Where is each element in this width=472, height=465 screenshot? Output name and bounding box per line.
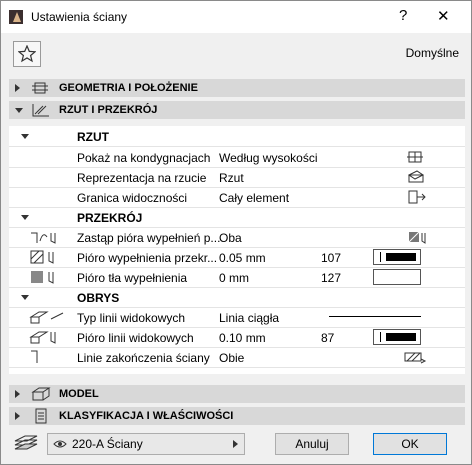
expand-arrow-icon xyxy=(15,412,20,420)
plan-section-panel: RZUT Pokaż na kondygnacjach Według wysok… xyxy=(9,126,465,374)
layer-select-value: 220-A Ściany xyxy=(72,437,143,451)
title-bar: Ustawienia ściany ? ✕ xyxy=(1,1,471,33)
collapse-arrow-icon xyxy=(21,134,29,139)
row-show-projection[interactable]: Granica widoczności Cały element xyxy=(9,187,465,208)
plan-section-icon xyxy=(32,104,49,117)
section-model-label: MODEL xyxy=(59,388,99,400)
chevron-right-icon xyxy=(233,440,238,448)
row-override-fill-pens[interactable]: Zastąp pióra wypełnień p... Oba xyxy=(9,227,465,248)
pen-number[interactable]: 107 xyxy=(321,251,341,265)
row-label: Pióro tła wypełnienia xyxy=(77,271,188,285)
row-value[interactable]: 0 mm xyxy=(219,271,249,285)
row-label: Zastąp pióra wypełnień p... xyxy=(77,231,221,245)
plan-display-icon xyxy=(408,170,424,183)
section-geometry[interactable]: GEOMETRIA I POŁOŻENIE xyxy=(9,79,465,97)
row-label: Reprezentacja na rzucie xyxy=(77,171,207,185)
subgroup-rzut[interactable]: RZUT xyxy=(9,126,465,147)
pen-swatch[interactable] xyxy=(373,329,421,345)
row-uncut-line-pen[interactable]: Pióro linii widokowych 0.10 mm 87 xyxy=(9,327,465,348)
help-button[interactable]: ? xyxy=(399,7,407,24)
wall-settings-dialog: Ustawienia ściany ? ✕ Domyślne GEOMETRIA… xyxy=(0,0,472,465)
layer-select[interactable]: 220-A Ściany xyxy=(47,433,245,455)
subgroup-przekroj[interactable]: PRZEKRÓJ xyxy=(9,207,465,228)
favorites-button[interactable] xyxy=(13,41,41,67)
uncut-pen-icon xyxy=(29,331,56,344)
row-label: Linie zakończenia ściany xyxy=(77,351,210,365)
row-wall-end-lines[interactable]: Linie zakończenia ściany Obie xyxy=(9,347,465,368)
expand-arrow-icon xyxy=(15,390,20,398)
subgroup-title: OBRYS xyxy=(77,291,120,305)
row-label: Pióro wypełnienia przekr... xyxy=(77,251,218,265)
section-plan-label: RZUT I PRZEKRÓJ xyxy=(59,104,158,116)
cut-fill-pen-icon xyxy=(30,250,54,264)
line-sample xyxy=(329,316,421,317)
section-geometry-label: GEOMETRIA I POŁOŻENIE xyxy=(59,82,198,94)
pen-number[interactable]: 127 xyxy=(321,271,341,285)
stories-icon xyxy=(407,151,423,163)
cancel-button[interactable]: Anuluj xyxy=(275,433,349,455)
row-show-on-stories[interactable]: Pokaż na kondygnacjach Według wysokości xyxy=(9,147,465,168)
collapse-arrow-icon xyxy=(21,295,29,300)
row-value[interactable]: Rzut xyxy=(219,171,244,185)
row-cut-fill-pen[interactable]: Pióro wypełnienia przekr... 0.05 mm 107 xyxy=(9,247,465,268)
star-icon xyxy=(18,45,36,63)
override-pens-icon xyxy=(31,232,56,244)
row-value[interactable]: Obie xyxy=(219,351,244,365)
row-value[interactable]: Cały element xyxy=(219,191,289,205)
scrollbar[interactable] xyxy=(460,33,468,377)
row-plan-display[interactable]: Reprezentacja na rzucie Rzut xyxy=(9,167,465,188)
pen-swatch[interactable] xyxy=(373,249,421,265)
default-label: Domyślne xyxy=(405,46,459,60)
row-value[interactable]: 0.10 mm xyxy=(219,331,266,345)
app-icon xyxy=(9,10,23,24)
subgroup-obrys[interactable]: OBRYS xyxy=(9,287,465,308)
wall-end-icon xyxy=(31,350,38,363)
bottom-bar: 220-A Ściany Anuluj OK xyxy=(1,427,471,464)
background-pen-icon xyxy=(31,271,54,284)
wall-end-lines-icon xyxy=(404,352,427,364)
collapse-arrow-icon xyxy=(15,108,23,113)
line-type-icon xyxy=(29,311,64,324)
eye-icon xyxy=(53,440,67,448)
projection-icon xyxy=(408,190,426,204)
row-value[interactable]: 0.05 mm xyxy=(219,251,266,265)
geometry-icon xyxy=(32,82,48,94)
row-background-fill-pen[interactable]: Pióro tła wypełnienia 0 mm 127 xyxy=(9,267,465,288)
row-uncut-line-type[interactable]: Typ linii widokowych Linia ciągła xyxy=(9,307,465,328)
subgroup-title: RZUT xyxy=(77,130,109,144)
row-label: Pokaż na kondygnacjach xyxy=(77,151,211,165)
row-value[interactable]: Według wysokości xyxy=(219,151,317,165)
collapse-arrow-icon xyxy=(21,215,29,220)
row-value[interactable]: Linia ciągła xyxy=(219,311,279,325)
ok-button[interactable]: OK xyxy=(373,433,447,455)
expand-arrow-icon xyxy=(15,84,20,92)
pen-swatch-empty[interactable] xyxy=(373,269,421,285)
toolbar: Domyślne xyxy=(1,33,471,73)
section-model[interactable]: MODEL xyxy=(9,385,465,403)
pen-number[interactable]: 87 xyxy=(321,331,334,345)
row-label: Pióro linii widokowych xyxy=(77,331,194,345)
row-label: Typ linii widokowych xyxy=(77,311,186,325)
row-label: Granica widoczności xyxy=(77,191,188,205)
close-button[interactable]: ✕ xyxy=(437,7,450,25)
window-title: Ustawienia ściany xyxy=(31,10,128,24)
section-plan[interactable]: RZUT I PRZEKRÓJ xyxy=(9,101,465,119)
row-value[interactable]: Oba xyxy=(219,231,242,245)
section-classification[interactable]: KLASYFIKACJA I WŁAŚCIWOŚCI xyxy=(9,407,465,425)
subgroup-title: PRZEKRÓJ xyxy=(77,211,143,225)
hatch-pen-icon xyxy=(408,231,426,244)
layers-icon xyxy=(14,435,38,450)
section-classification-label: KLASYFIKACJA I WŁAŚCIWOŚCI xyxy=(59,410,234,422)
classification-icon xyxy=(35,408,47,424)
model-icon xyxy=(31,387,51,401)
